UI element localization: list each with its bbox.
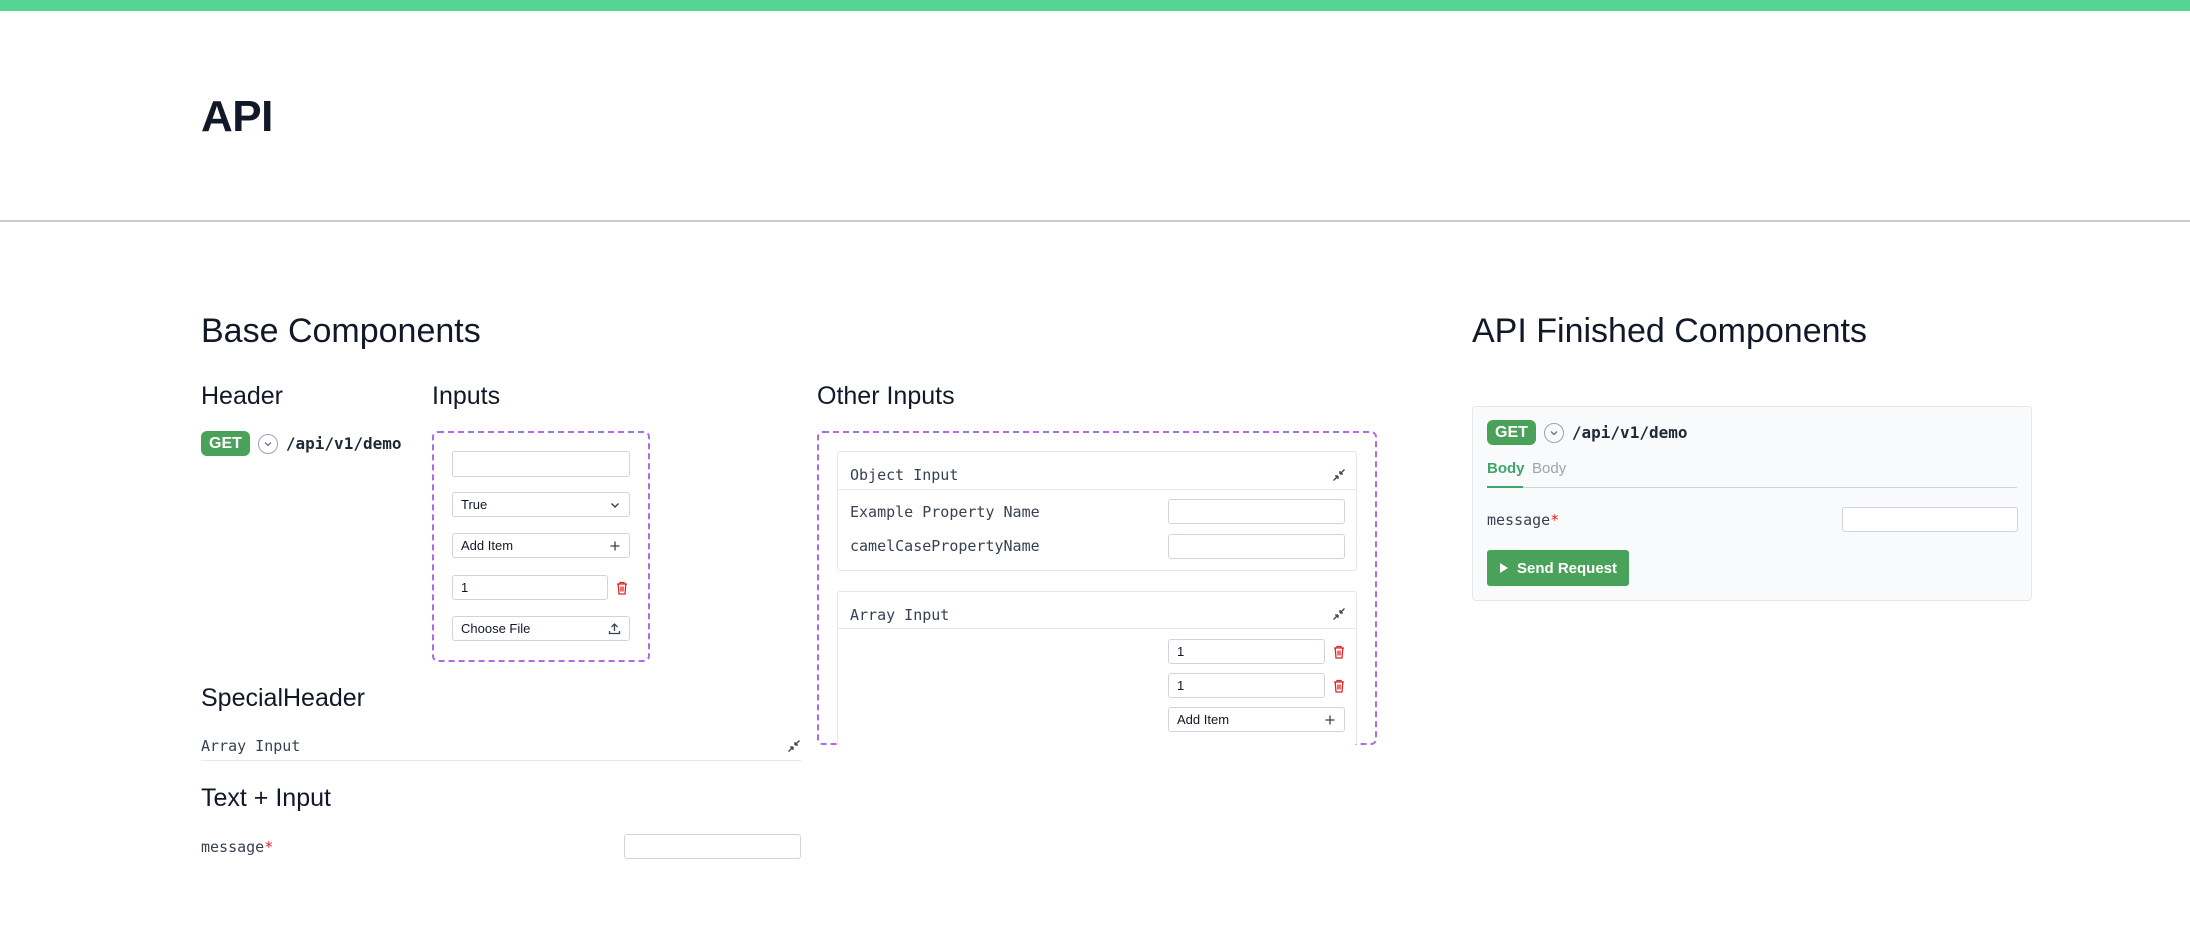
- message-label-text: message: [201, 838, 265, 856]
- trash-icon[interactable]: [1332, 678, 1346, 694]
- plus-icon: [1325, 715, 1335, 724]
- finished-message-label-text: message: [1487, 511, 1551, 529]
- boolean-select[interactable]: True: [452, 492, 630, 517]
- add-item-button[interactable]: Add Item: [452, 533, 630, 558]
- play-icon: [1500, 563, 1508, 573]
- method-badge[interactable]: GET: [1487, 420, 1536, 445]
- collapse-icon[interactable]: [787, 739, 801, 753]
- finished-message-input[interactable]: [1842, 507, 2018, 532]
- number-input[interactable]: 1: [452, 575, 608, 600]
- page-title: API: [201, 92, 273, 141]
- method-dropdown-button[interactable]: [1543, 422, 1564, 443]
- tab-body-active[interactable]: Body: [1487, 460, 1525, 477]
- send-request-label: Send Request: [1517, 559, 1618, 577]
- trash-icon[interactable]: [1332, 644, 1346, 660]
- collapse-icon[interactable]: [1332, 468, 1346, 482]
- file-input-label: Choose File: [461, 621, 531, 636]
- boolean-select-value: True: [461, 497, 488, 512]
- collapse-icon[interactable]: [1332, 607, 1346, 621]
- required-mark: *: [1550, 511, 1560, 529]
- object-field-label: camelCasePropertyName: [850, 537, 1040, 555]
- send-request-button[interactable]: Send Request: [1487, 550, 1630, 586]
- special-header-heading: SpecialHeader: [201, 684, 365, 712]
- text-input-heading: Text + Input: [201, 784, 331, 812]
- array-item-input[interactable]: 1: [1168, 639, 1325, 664]
- endpoint-path: /api/v1/demo: [1571, 423, 1688, 442]
- plus-icon: [610, 541, 620, 550]
- header-demo-heading: Header: [201, 382, 283, 410]
- text-input[interactable]: [452, 451, 630, 477]
- message-label: message*: [201, 838, 273, 856]
- request-header: GET /api/v1/demo: [201, 431, 401, 456]
- inputs-heading: Inputs: [432, 382, 501, 410]
- array-input-title: Array Input: [850, 606, 950, 624]
- section-title-finished: API Finished Components: [1472, 312, 1867, 350]
- object-input-title: Object Input: [850, 466, 959, 484]
- chevron-down-icon: [264, 441, 272, 446]
- section-title-base: Base Components: [201, 312, 481, 350]
- object-input-divider: [837, 489, 1357, 490]
- endpoint-path: /api/v1/demo: [285, 434, 402, 453]
- header-divider: [0, 220, 2190, 222]
- required-mark: *: [264, 838, 274, 856]
- active-tab-indicator: [1487, 486, 1523, 488]
- array-add-item-button[interactable]: Add Item: [1168, 707, 1345, 732]
- object-field-input[interactable]: [1168, 499, 1345, 524]
- tabs-divider: [1487, 487, 2017, 488]
- file-input[interactable]: Choose File: [452, 616, 630, 641]
- object-field-label: Example Property Name: [850, 503, 1040, 521]
- array-item-input[interactable]: 1: [1168, 673, 1325, 698]
- array-input-divider: [837, 628, 1357, 629]
- special-header-title: Array Input: [201, 737, 301, 755]
- tab-body[interactable]: Body: [1532, 460, 1566, 477]
- method-badge[interactable]: GET: [201, 431, 250, 456]
- add-item-label: Add Item: [1177, 712, 1230, 727]
- chevron-down-icon: [1550, 430, 1558, 435]
- trash-icon[interactable]: [615, 580, 629, 596]
- finished-message-label: message*: [1487, 511, 1559, 529]
- add-item-label: Add Item: [461, 538, 514, 553]
- special-header-divider: [201, 760, 801, 761]
- message-input[interactable]: [624, 834, 801, 859]
- top-accent-bar: [0, 0, 2190, 11]
- finished-request-header: GET /api/v1/demo: [1487, 420, 1687, 445]
- other-inputs-heading: Other Inputs: [817, 382, 955, 410]
- object-field-input[interactable]: [1168, 534, 1345, 559]
- chevron-down-icon: [611, 502, 619, 508]
- upload-icon: [608, 623, 621, 635]
- method-dropdown-button[interactable]: [257, 433, 278, 454]
